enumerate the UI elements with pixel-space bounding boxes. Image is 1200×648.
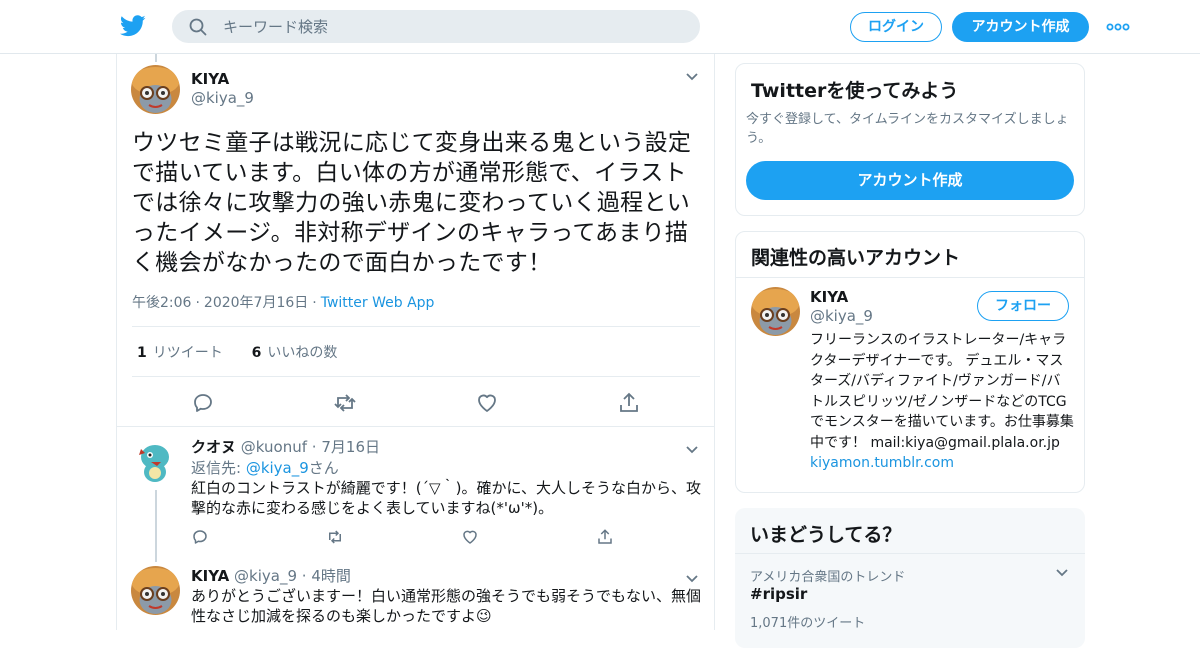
kiya-avatar-image <box>131 65 180 114</box>
reply-header: クオヌ @kuonuf · 7月16日 <box>191 438 380 456</box>
thread-connector <box>155 54 157 62</box>
trend-hashtag[interactable]: #ripsir <box>750 585 807 603</box>
account-website-link[interactable]: kiyamon.tumblr.com <box>810 455 954 471</box>
reply-text: 紅白のコントラストが綺麗です！(´▽｀)。確かに、大人しそうな白から、攻撃的な赤… <box>191 479 701 517</box>
like-heart-icon[interactable] <box>461 528 479 546</box>
reply-text: ありがとうございますー！白い通常形態の強そうでも弱そうでもない、無個性なさじ加減… <box>191 587 702 625</box>
account-bio: フリーランスのイラストレーター/キャラクターデザイナーです。 デュエル・マスター… <box>810 332 1074 471</box>
reply-time[interactable]: 4時間 <box>311 567 351 585</box>
more-options-icon[interactable] <box>1106 17 1130 37</box>
reply-tweet[interactable]: クオヌ @kuonuf · 7月16日 返信先: @kiya_9さん 紅白のコン… <box>117 436 714 562</box>
avatar[interactable] <box>131 437 180 486</box>
tweet-thread-column: KIYA @kiya_9 ウツセミ童子は戦況に応じて変身出来る鬼という設定で描い… <box>116 54 715 630</box>
avatar[interactable] <box>751 287 800 336</box>
author-handle[interactable]: @kiya_9 <box>234 567 297 585</box>
chevron-down-icon[interactable] <box>685 72 699 82</box>
search-box <box>172 10 700 43</box>
author-name[interactable]: KIYA <box>191 567 229 585</box>
tweet-text: ウツセミ童子は戦況に応じて変身出来る鬼という設定で描いています。白い体の方が通常… <box>132 130 692 276</box>
author-handle[interactable]: @kuonuf <box>241 438 307 456</box>
reply-to-handle-link[interactable]: @kiya_9 <box>246 459 309 477</box>
author-name[interactable]: KIYA <box>191 70 229 88</box>
thread-connector <box>155 490 157 562</box>
follow-button[interactable]: フォロー <box>977 291 1069 321</box>
divider <box>132 326 700 327</box>
card-description: 今すぐ登録して、タイムラインをカスタマイズしましょう。 <box>746 112 1069 146</box>
author-name[interactable]: クオヌ <box>191 438 236 456</box>
reply-icon[interactable] <box>191 528 209 546</box>
retweet-icon[interactable] <box>326 528 344 546</box>
retweet-icon[interactable] <box>333 391 357 415</box>
tweet-metadata: 午後2:06 · 2020年7月16日 · Twitter Web App <box>132 295 435 311</box>
tweet-source-link[interactable]: Twitter Web App <box>321 295 435 311</box>
trend-context: アメリカ合衆国のトレンド <box>750 570 906 585</box>
like-heart-icon[interactable] <box>475 391 499 415</box>
reply-icon[interactable] <box>191 391 215 415</box>
divider <box>735 553 1085 554</box>
kiya-avatar-image <box>131 566 180 615</box>
kuonuf-avatar-image <box>131 437 180 486</box>
search-icon <box>189 18 207 36</box>
account-handle[interactable]: @kiya_9 <box>810 307 873 325</box>
reply-actions <box>191 528 631 548</box>
reply-to-line: 返信先: @kiya_9さん <box>191 459 339 477</box>
reply-header: KIYA @kiya_9 · 4時間 <box>191 567 351 585</box>
kiya-avatar-image <box>751 287 800 336</box>
divider <box>117 426 714 427</box>
share-icon[interactable] <box>617 391 641 415</box>
divider <box>132 376 700 377</box>
card-title: いまどうしてる？ <box>750 524 902 546</box>
reply-time[interactable]: 7月16日 <box>321 438 380 456</box>
related-accounts-card: 関連性の高いアカウント KIYA @kiya_9 フォロー フリーランスのイラス… <box>735 231 1085 493</box>
avatar[interactable] <box>131 566 180 615</box>
retweet-stat[interactable]: 1 リツイート <box>137 345 223 361</box>
chevron-down-icon[interactable] <box>1055 568 1069 578</box>
login-button[interactable]: ログイン <box>850 12 942 42</box>
chevron-down-icon[interactable] <box>685 574 699 584</box>
trends-card: いまどうしてる？ アメリカ合衆国のトレンド #ripsir 1,071件のツイー… <box>735 508 1085 648</box>
search-input[interactable] <box>223 11 683 42</box>
author-handle[interactable]: @kiya_9 <box>191 89 254 107</box>
signup-button[interactable]: アカウント作成 <box>952 12 1089 42</box>
signup-promo-card: Twitterを使ってみよう 今すぐ登録して、タイムラインをカスタマイズしましょ… <box>735 63 1085 216</box>
account-name[interactable]: KIYA <box>810 288 848 306</box>
card-title: 関連性の高いアカウント <box>751 247 961 269</box>
tweet-time[interactable]: 午後2:06 <box>132 295 191 311</box>
share-icon[interactable] <box>596 528 614 546</box>
reply-tweet[interactable]: KIYA @kiya_9 · 4時間 ありがとうございますー！白い通常形態の強そ… <box>117 565 714 630</box>
tweet-actions <box>191 391 651 415</box>
like-stat[interactable]: 6 いいねの数 <box>252 345 338 361</box>
signup-button[interactable]: アカウント作成 <box>746 161 1074 200</box>
chevron-down-icon[interactable] <box>685 445 699 455</box>
avatar[interactable] <box>131 65 180 114</box>
trend-tweet-count: 1,071件のツイート <box>750 616 866 631</box>
tweet-stats: 1 リツイート 6 いいねの数 <box>137 342 337 362</box>
twitter-bird-icon[interactable] <box>120 14 146 38</box>
divider <box>736 277 1084 278</box>
top-navigation-bar: ログイン アカウント作成 <box>0 0 1200 54</box>
card-title: Twitterを使ってみよう <box>751 80 959 102</box>
tweet-date[interactable]: 2020年7月16日 <box>204 295 308 311</box>
